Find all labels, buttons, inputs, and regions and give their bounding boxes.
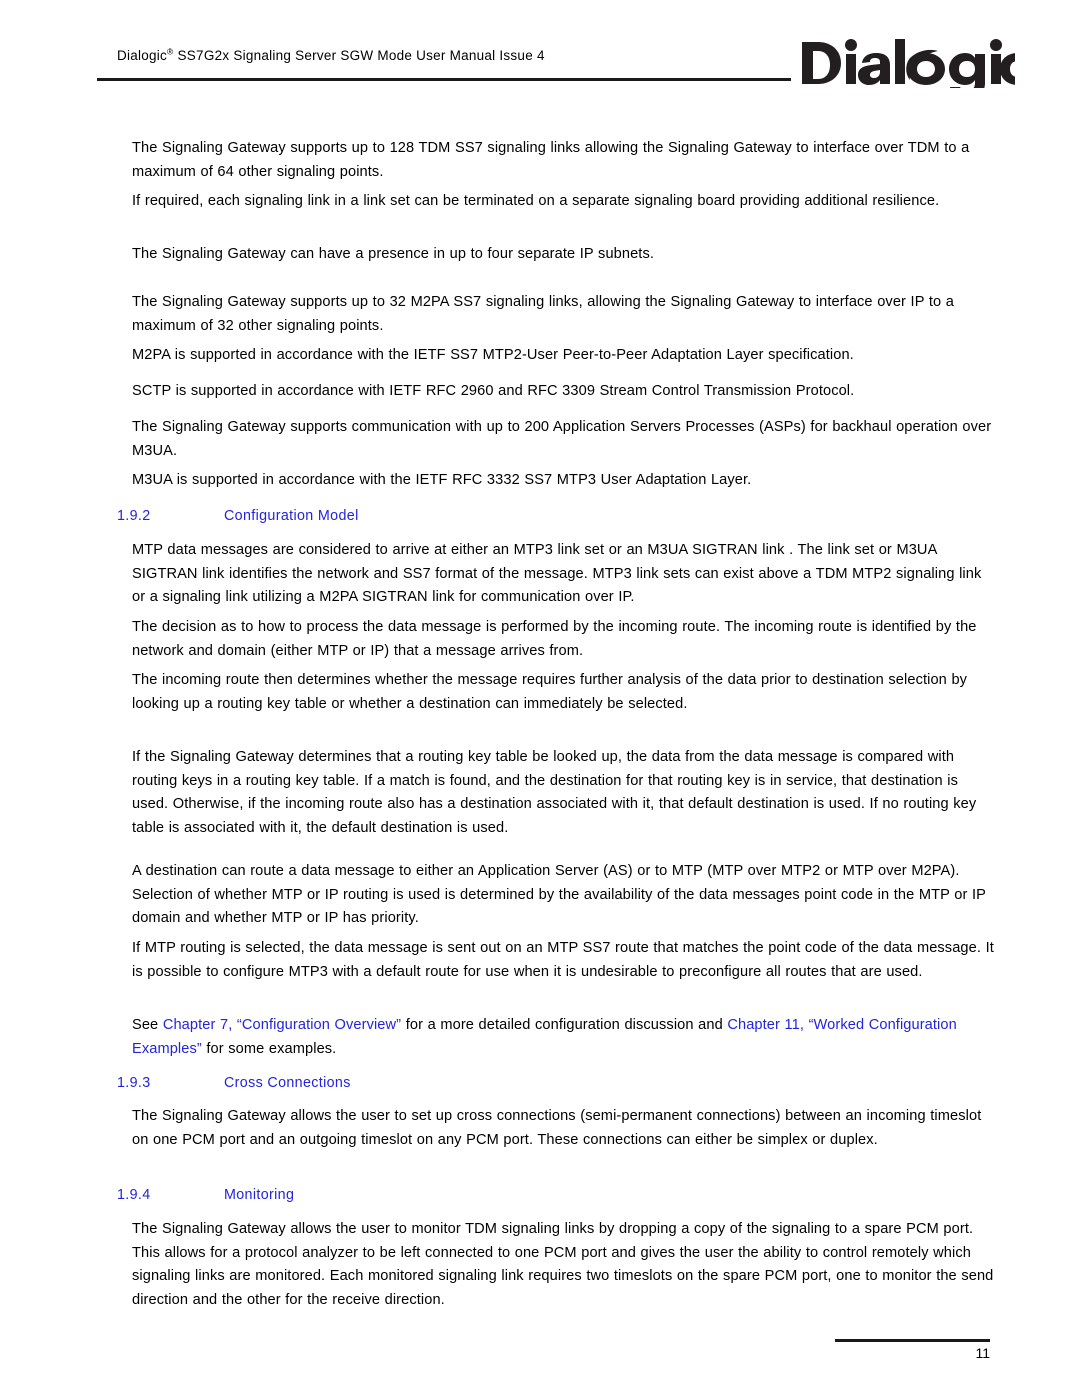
- heading-monitoring: 1.9.4 Monitoring: [117, 1185, 917, 1205]
- paragraph-routing-key-table: If the Signaling Gateway determines that…: [132, 749, 977, 836]
- footer-divider: [835, 1339, 990, 1342]
- xref-chapter-7[interactable]: Chapter 7, “Configuration Overview”: [163, 1017, 401, 1033]
- paragraph-m2pa-links: The Signaling Gateway supports up to 32 …: [132, 294, 954, 334]
- paragraph-decision-route: The decision as to how to process the da…: [132, 619, 977, 659]
- page-header: Dialogic® SS7G2x Signaling Server SGW Mo…: [0, 0, 1080, 95]
- heading-number: 1.9.3: [117, 1075, 151, 1091]
- page-number: 11: [975, 1345, 990, 1361]
- heading-title: Monitoring: [224, 1187, 295, 1203]
- document-page: Dialogic® SS7G2x Signaling Server SGW Mo…: [0, 0, 1080, 1397]
- paragraph-sctp-spec: SCTP is supported in accordance with IET…: [132, 383, 855, 399]
- heading-cross-connections: 1.9.3 Cross Connections: [117, 1073, 917, 1093]
- header-title: Dialogic® SS7G2x Signaling Server SGW Mo…: [117, 47, 545, 63]
- paragraph-incoming-route: The incoming route then determines wheth…: [132, 672, 968, 712]
- header-title-prefix: Dialogic: [117, 48, 168, 63]
- see-text-1: See: [132, 1017, 163, 1033]
- heading-number: 1.9.4: [117, 1187, 151, 1203]
- header-divider: [97, 78, 791, 81]
- header-title-rest: SS7G2x Signaling Server SGW Mode User Ma…: [173, 48, 545, 63]
- heading-title: Configuration Model: [224, 508, 359, 524]
- paragraph-cross-connections: The Signaling Gateway allows the user to…: [132, 1108, 982, 1148]
- paragraph-ip-subnets: The Signaling Gateway can have a presenc…: [132, 246, 655, 262]
- heading-number: 1.9.2: [117, 508, 151, 524]
- paragraph-mtp-routing: If MTP routing is selected, the data mes…: [132, 940, 994, 980]
- paragraph-asp-backhaul: The Signaling Gateway supports communica…: [132, 419, 992, 459]
- dialogic-logo-icon: R: [802, 39, 1015, 88]
- see-text-3: for some examples.: [201, 1040, 337, 1057]
- see-text-2: for a more detailed configuration discus…: [401, 1017, 728, 1033]
- paragraph-monitoring: The Signaling Gateway allows the user to…: [132, 1221, 994, 1308]
- paragraph-see-chapters: See Chapter 7, “Configuration Overview” …: [132, 1014, 994, 1061]
- paragraph-mtp-data-messages: MTP data messages are considered to arri…: [132, 542, 982, 606]
- dialogic-logo: R: [800, 36, 1015, 88]
- paragraph-m3ua-spec: M3UA is supported in accordance with the…: [132, 472, 752, 488]
- paragraph-destination-route: A destination can route a data message t…: [132, 863, 986, 927]
- heading-configuration-model: 1.9.2 Configuration Model: [117, 506, 917, 526]
- paragraph-m2pa-spec: M2PA is supported in accordance with the…: [132, 347, 854, 363]
- paragraph-resilience: If required, each signaling link in a li…: [132, 193, 940, 209]
- paragraph-tdm-links: The Signaling Gateway supports up to 128…: [132, 140, 970, 180]
- heading-title: Cross Connections: [224, 1075, 351, 1091]
